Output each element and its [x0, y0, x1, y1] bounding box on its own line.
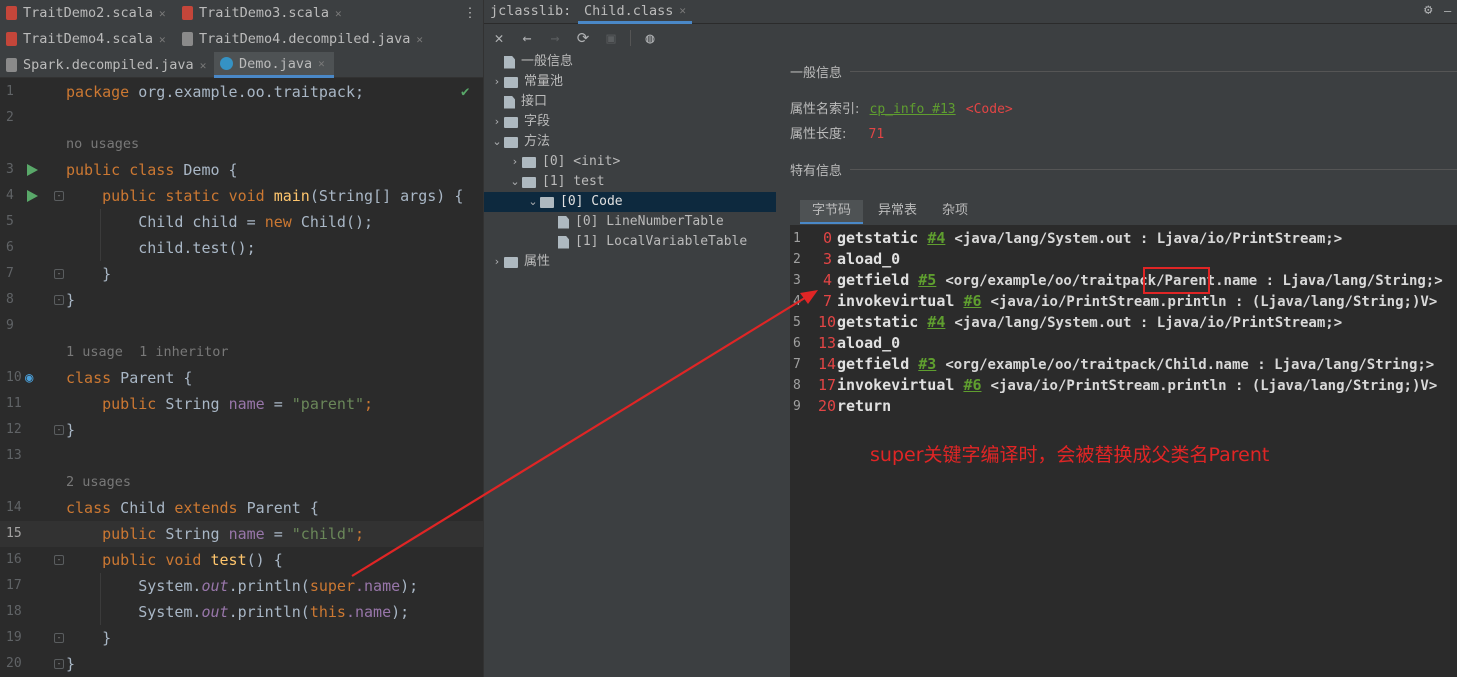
annotation-arrow [351, 290, 818, 577]
